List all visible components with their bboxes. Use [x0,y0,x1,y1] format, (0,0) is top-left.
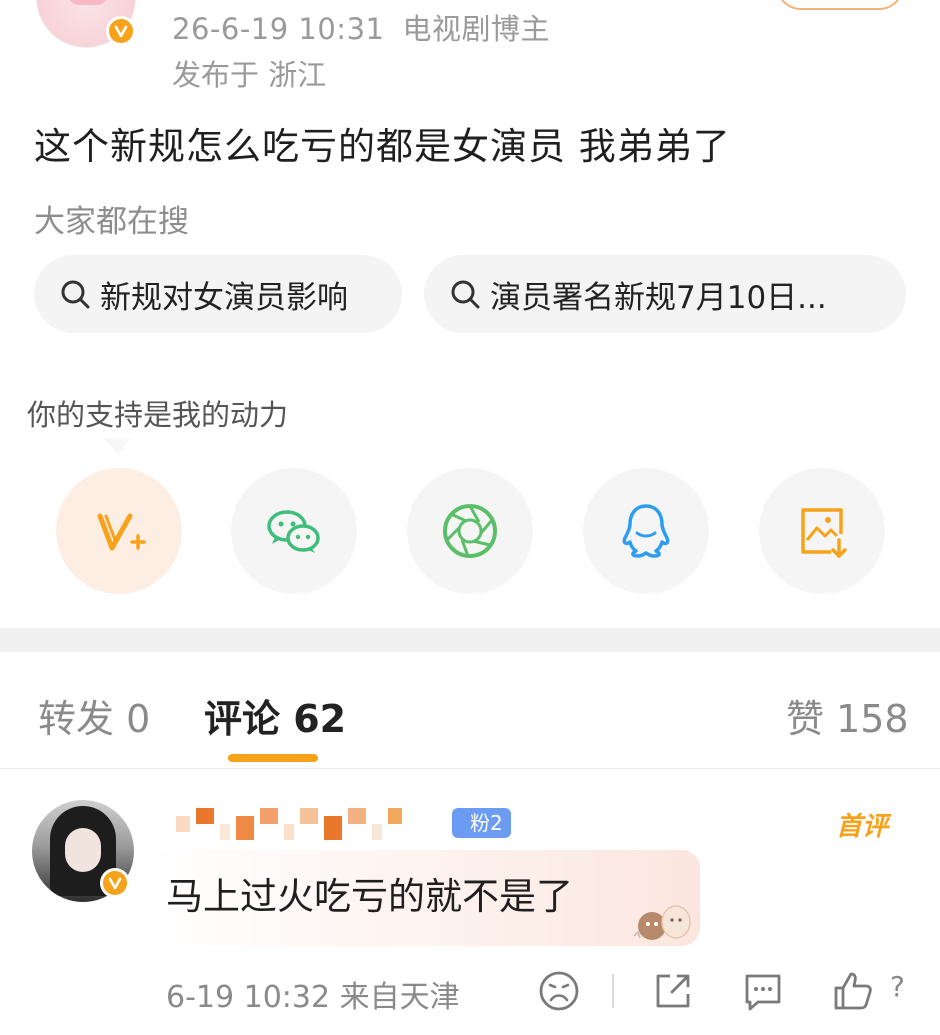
dislike-button[interactable] [536,968,582,1014]
search-chip-label: 新规对女演员影响 [100,279,348,316]
like-button[interactable] [830,968,876,1014]
moments-icon [443,504,497,558]
first-comment-tag: 首评 [836,812,889,842]
author-role: 电视剧博主 [402,12,550,46]
trending-search-title: 大家都在搜 [34,204,189,240]
verified-badge-icon [106,16,136,46]
tab-comments[interactable]: 评论 62 [204,688,346,743]
mosaic-block [388,808,402,824]
section-divider [0,628,940,652]
share-icon [656,974,690,1008]
save-image-button[interactable] [759,468,885,594]
mosaic-block [220,824,230,840]
post-text: 这个新规怎么吃亏的都是女演员 我弟弟了 [34,125,731,168]
comment-time-location: 6-19 10:32 来自天津 [166,980,460,1015]
post-location: 发布于 浙江 [172,58,327,92]
v-plus-button[interactable] [56,468,182,594]
search-icon [61,280,90,309]
comment-text: 马上过火吃亏的就不是了 [166,875,573,918]
tab-likes[interactable]: 赞 158 [786,688,909,743]
follow-button[interactable] [776,0,904,10]
sad-face-icon [539,971,579,1011]
mosaic-block [260,808,278,824]
repost-comment-button[interactable] [650,968,696,1014]
mosaic-block [236,816,254,840]
comment-icon [745,974,781,1011]
reply-button[interactable] [740,968,786,1014]
verified-badge-icon [100,868,130,898]
bubble-sticker-icon [633,905,691,940]
avatar-art [67,0,109,5]
like-count: ? [890,970,905,1003]
support-prompt: 你的支持是我的动力 [25,392,291,434]
mosaic-block [324,816,342,840]
mosaic-block [300,808,318,824]
wechat-icon [267,510,320,553]
tab-repost[interactable]: 转发 0 [38,688,150,743]
fan-badge: 粉2 [452,808,511,838]
moments-share-button[interactable] [407,468,533,594]
search-chip[interactable]: 新规对女演员影响 [34,255,402,333]
qq-icon [622,504,670,558]
search-chip[interactable]: 演员署名新规7月10日... [424,255,906,333]
qq-share-button[interactable] [583,468,709,594]
wechat-share-button[interactable] [231,468,357,594]
tab-divider [0,768,940,769]
active-tab-indicator [228,754,318,762]
mosaic-block [284,824,294,840]
mosaic-block [372,824,382,840]
post-time: 26-6-19 10:31 [172,12,385,46]
mosaic-block [348,808,366,824]
search-icon [451,280,480,309]
avatar-art [65,828,101,872]
tooltip-caret [104,438,132,454]
search-chip-label: 演员署名新规7月10日... [490,279,827,316]
thumbs-up-icon [834,972,872,1010]
v-plus-icon [97,513,146,551]
save-image-icon [801,508,847,558]
action-separator [612,974,614,1008]
mosaic-block [176,816,190,832]
post-meta: 26-6-19 10:31 电视剧博主 [172,6,550,48]
mosaic-block [196,808,214,824]
commenter-name-obscured[interactable] [176,808,454,840]
